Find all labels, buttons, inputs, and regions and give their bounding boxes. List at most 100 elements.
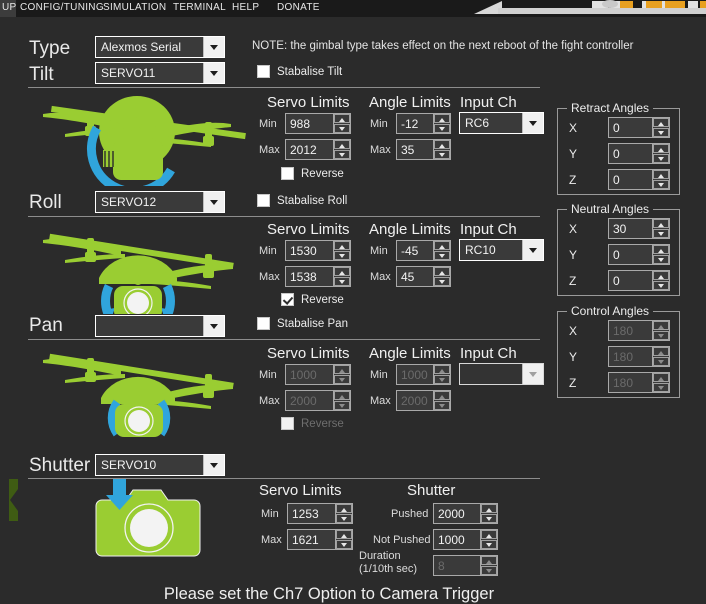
roll-servo-min-input[interactable]: 1530 [285,240,351,261]
spinner-up-icon[interactable] [334,140,350,149]
shutter-duration-input[interactable]: 8 [433,555,498,576]
chevron-down-icon[interactable] [203,37,224,57]
spinner-down-icon[interactable] [434,277,450,286]
chevron-down-icon[interactable] [203,63,224,83]
menu-item-config-tuning[interactable]: CONFIG/TUNING [20,2,104,13]
spinner-up-icon[interactable] [334,267,350,276]
spinner-buttons[interactable] [333,267,350,286]
chevron-down-icon[interactable] [203,455,224,475]
spinner-up-icon[interactable] [434,267,450,276]
spinner-buttons[interactable] [652,170,669,189]
spinner-up-icon[interactable] [481,530,497,539]
spinner-buttons[interactable] [335,530,352,549]
chevron-down-icon[interactable] [203,316,224,336]
spinner-up-icon[interactable] [653,271,669,280]
spinner-down-icon[interactable] [334,124,350,133]
spinner-buttons[interactable] [333,114,350,133]
stabalise-pan-checkbox[interactable] [257,317,270,330]
roll-reverse-checkbox[interactable] [281,293,294,306]
spinner-down-icon[interactable] [653,281,669,290]
chevron-down-icon[interactable] [522,240,543,260]
spinner-down-icon[interactable] [481,540,497,549]
neutral-x-input[interactable]: 30 [608,218,670,239]
left-edge-tab[interactable] [9,479,18,521]
chevron-down-icon[interactable] [203,192,224,212]
menu-item-donate[interactable]: DONATE [277,2,320,13]
spinner-down-icon[interactable] [653,255,669,264]
spinner-up-icon[interactable] [653,219,669,228]
spinner-buttons[interactable] [433,241,450,260]
spinner-buttons[interactable] [335,504,352,523]
spinner-down-icon[interactable] [334,251,350,260]
spinner-down-icon[interactable] [434,124,450,133]
spinner-down-icon[interactable] [434,251,450,260]
spinner-up-icon[interactable] [653,144,669,153]
retract-z-input[interactable]: 0 [608,169,670,190]
roll-servo-dropdown[interactable]: SERVO12 [95,191,225,213]
tilt-input-ch-dropdown[interactable]: RC6 [459,112,544,134]
spinner-buttons[interactable] [652,144,669,163]
shutter-servo-min-input[interactable]: 1253 [287,503,353,524]
chevron-down-icon[interactable] [522,113,543,133]
menu-item-help[interactable]: HELP [232,2,259,13]
spinner-buttons[interactable] [652,245,669,264]
tilt-servo-max-input[interactable]: 2012 [285,139,351,160]
tilt-servo-min-input[interactable]: 988 [285,113,351,134]
spinner-buttons[interactable] [480,530,497,549]
menu-item-setup[interactable]: UP [2,2,17,13]
roll-input-ch-dropdown[interactable]: RC10 [459,239,544,261]
spinner-down-icon[interactable] [334,150,350,159]
roll-angle-min-input[interactable]: -45 [396,240,451,261]
spinner-up-icon[interactable] [336,504,352,513]
spinner-buttons[interactable] [480,556,497,575]
spinner-up-icon[interactable] [434,140,450,149]
spinner-up-icon[interactable] [481,504,497,513]
gimbal-type-dropdown[interactable]: Alexmos Serial [95,36,225,58]
menu-item-terminal[interactable]: TERMINAL [173,2,226,13]
spinner-buttons[interactable] [333,140,350,159]
neutral-y-input[interactable]: 0 [608,244,670,265]
spinner-buttons[interactable] [433,267,450,286]
spinner-up-icon[interactable] [653,245,669,254]
spinner-buttons[interactable] [333,241,350,260]
spinner-up-icon[interactable] [653,170,669,179]
spinner-up-icon[interactable] [334,114,350,123]
tilt-servo-dropdown[interactable]: SERVO11 [95,62,225,84]
spinner-down-icon[interactable] [334,277,350,286]
spinner-down-icon[interactable] [653,128,669,137]
retract-y-input[interactable]: 0 [608,143,670,164]
retract-x-input[interactable]: 0 [608,117,670,138]
spinner-down-icon[interactable] [481,514,497,523]
spinner-down-icon[interactable] [653,229,669,238]
roll-angle-max-input[interactable]: 45 [396,266,451,287]
neutral-z-input[interactable]: 0 [608,270,670,291]
spinner-buttons[interactable] [480,504,497,523]
spinner-up-icon[interactable] [653,118,669,127]
spinner-down-icon[interactable] [481,566,497,575]
spinner-buttons[interactable] [652,219,669,238]
roll-servo-max-input[interactable]: 1538 [285,266,351,287]
spinner-up-icon[interactable] [334,241,350,250]
shutter-pushed-input[interactable]: 2000 [433,503,498,524]
spinner-buttons[interactable] [433,114,450,133]
spinner-buttons[interactable] [652,118,669,137]
spinner-down-icon[interactable] [653,154,669,163]
tilt-reverse-checkbox[interactable] [281,167,294,180]
tilt-angle-min-input[interactable]: -12 [396,113,451,134]
pan-servo-dropdown[interactable] [95,315,225,337]
spinner-buttons[interactable] [652,271,669,290]
stabalise-roll-checkbox[interactable] [257,194,270,207]
spinner-down-icon[interactable] [653,180,669,189]
tilt-angle-max-input[interactable]: 35 [396,139,451,160]
spinner-down-icon[interactable] [336,514,352,523]
spinner-down-icon[interactable] [434,150,450,159]
spinner-up-icon[interactable] [481,556,497,565]
spinner-up-icon[interactable] [434,241,450,250]
spinner-up-icon[interactable] [336,530,352,539]
spinner-buttons[interactable] [433,140,450,159]
stabalise-tilt-checkbox[interactable] [257,65,270,78]
shutter-not-pushed-input[interactable]: 1000 [433,529,498,550]
spinner-up-icon[interactable] [434,114,450,123]
shutter-servo-max-input[interactable]: 1621 [287,529,353,550]
spinner-down-icon[interactable] [336,540,352,549]
